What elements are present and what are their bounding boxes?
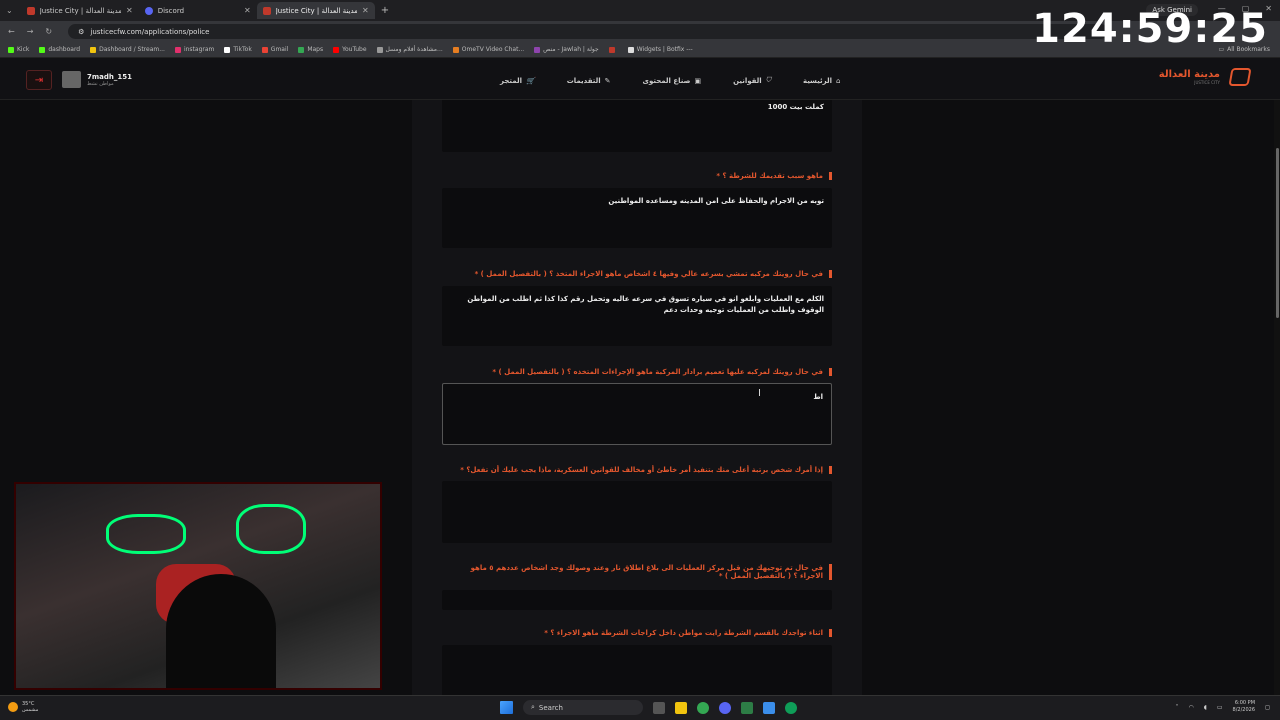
question-1: ماهو سبب تقديمك للشرطة ؟ * — [452, 172, 832, 180]
back-icon[interactable]: ← — [8, 27, 15, 36]
nav-creators[interactable]: صناع المحتوى ▣ — [643, 76, 702, 85]
taskbar-search[interactable]: ⌕ Search — [523, 700, 643, 715]
bookmark-kick[interactable]: Kick — [8, 46, 29, 53]
volume-icon[interactable]: ◖ — [1204, 704, 1207, 711]
site-info-icon[interactable]: ⚙ — [78, 28, 84, 36]
question-6: اثناء تواجدك بالقسم الشرطة رايت مواطن دا… — [452, 629, 832, 637]
tab-label: Justice City | مدينة العدالة — [39, 6, 121, 15]
chevron-up-icon[interactable]: ˄ — [1175, 704, 1178, 711]
tab-label: Discord — [157, 6, 185, 15]
notification-icon[interactable]: ◻ — [1265, 704, 1270, 711]
bookmark-dashboard[interactable]: dashboard — [39, 46, 80, 53]
webcam-overlay — [14, 482, 382, 690]
brand-sub: JUSTICE CITY — [1194, 80, 1220, 85]
tab-label: Justice City | مدينة العدالة — [275, 6, 357, 15]
bookmark-dashboard-stream[interactable]: Dashboard / Stream... — [90, 46, 165, 53]
text-cursor-icon: I — [758, 388, 761, 399]
application-form: كملت بيت 1000 ماهو سبب تقديمك للشرطة ؟ *… — [412, 100, 862, 695]
nav-rules[interactable]: القوانين ⛉ — [733, 76, 771, 85]
neon-light — [106, 514, 186, 554]
sun-icon — [8, 702, 18, 712]
url-field[interactable]: ⚙ justicecfw.com/applications/police — [68, 24, 1109, 39]
bookmark-instagram[interactable]: instagram — [174, 46, 214, 53]
edge-icon[interactable] — [785, 701, 797, 714]
question-3: في حال رويتك لمركبه عليها تعميم برادار ا… — [452, 368, 832, 376]
user-role: مواطن نشط — [87, 80, 114, 87]
bookmark-ometv[interactable]: OmeTV Video Chat... — [452, 46, 524, 53]
answer-field-2[interactable]: الكلم مع العمليات وابلغو انو في سياره تس… — [442, 286, 832, 346]
url-text: justicecfw.com/applications/police — [90, 27, 210, 36]
nav-store[interactable]: المتجر 🛒 — [500, 76, 535, 85]
tab-discord[interactable]: Discord ✕ — [139, 2, 257, 19]
nav-applications[interactable]: التقديمات ✎ — [567, 76, 611, 85]
close-icon[interactable]: ✕ — [126, 6, 133, 15]
brand[interactable]: مدينة العدالة JUSTICE CITY — [1158, 68, 1252, 86]
battery-icon[interactable]: ▭ — [1217, 704, 1223, 711]
brand-logo-icon — [1228, 68, 1252, 86]
question-5: في حال تم توجيهك من قبل مركز العمليات ال… — [452, 564, 832, 580]
forward-icon[interactable]: → — [27, 27, 34, 36]
windows-start-icon[interactable] — [500, 701, 513, 714]
user-name: 7madh_151 — [87, 72, 132, 81]
new-tab-icon[interactable]: + — [381, 5, 389, 16]
brand-name: مدينة العدالة — [1158, 69, 1220, 80]
weather-widget[interactable]: 35°C مشمس — [8, 701, 38, 713]
answer-field-1[interactable]: توبه من الاجرام والحفاظ على امن المدينه … — [442, 188, 832, 248]
question-2: في حال رويتك مركبه تمشي بسرعه عالي وفيها… — [452, 270, 832, 278]
cart-icon: 🛒 — [525, 76, 535, 85]
answer-field-5[interactable] — [442, 590, 832, 610]
taskbar-apps: ⌕ Search — [500, 700, 797, 715]
overlay-timer: 124:59:25 — [1032, 6, 1268, 52]
tab-search-icon[interactable]: ⌄ — [6, 6, 13, 15]
video-icon: ▣ — [694, 76, 702, 85]
user-profile[interactable]: 7madh_151 مواطن نشط — [62, 71, 132, 88]
neon-light — [236, 504, 306, 554]
bookmark-youtube[interactable]: YouTube — [333, 46, 367, 53]
scrollbar-thumb[interactable] — [1276, 148, 1279, 318]
avatar — [62, 71, 81, 88]
logout-icon: ⇥ — [34, 74, 44, 86]
task-view-icon[interactable] — [653, 701, 665, 714]
file-explorer-icon[interactable] — [675, 701, 687, 714]
discord-icon[interactable] — [719, 701, 731, 714]
search-icon: ⌕ — [531, 703, 535, 711]
logout-button[interactable]: ⇥ — [26, 70, 52, 90]
system-tray: ˄ ◠ ◖ ▭ 6:00 PM 8/2/2026 ◻ — [1175, 700, 1270, 714]
shield-icon: ⛉ — [765, 76, 771, 84]
bookmark-maps[interactable]: Maps — [298, 46, 323, 53]
bookmark-gmail[interactable]: Gmail — [261, 46, 288, 53]
scrollbar[interactable] — [1274, 100, 1280, 695]
edit-icon: ✎ — [604, 76, 611, 85]
question-4: إذا أمرك شخص برتبة أعلى منك بتنفيذ أمر خ… — [452, 466, 832, 474]
bookmark-tiktok[interactable]: TikTok — [224, 46, 252, 53]
excel-icon[interactable] — [741, 701, 753, 714]
main-nav: المتجر 🛒 التقديمات ✎ صناع المحتوى ▣ القواني… — [500, 76, 841, 85]
streamer — [166, 574, 276, 688]
weather-text: مشمس — [22, 707, 39, 713]
app-icon[interactable] — [763, 701, 775, 714]
bookmark-movies[interactable]: مشاهدة أفلام ومسل... — [376, 46, 443, 53]
home-icon: ⌂ — [836, 76, 841, 85]
answer-field-3[interactable]: اط — [442, 383, 832, 445]
answer-field-top[interactable]: كملت بيت 1000 — [442, 100, 832, 152]
site-header: ⇥ 7madh_151 مواطن نشط المتجر 🛒 التقديمات ✎… — [0, 58, 1280, 100]
bookmark-widgets[interactable]: Widgets | Botfix --- — [627, 46, 693, 53]
clock[interactable]: 6:00 PM 8/2/2026 — [1233, 700, 1255, 714]
justice-favicon-icon — [262, 6, 271, 15]
network-icon[interactable]: ◠ — [1188, 704, 1193, 711]
discord-favicon-icon — [144, 6, 153, 15]
nav-home[interactable]: الرئيسية ⌂ — [803, 76, 841, 85]
answer-field-6[interactable] — [442, 645, 832, 695]
tab-justice-active[interactable]: Justice City | مدينة العدالة ✕ — [256, 2, 375, 19]
taskbar: 35°C مشمس ⌕ Search ˄ ◠ ◖ ▭ 6:00 PM 8/2/20… — [0, 695, 1280, 720]
justice-favicon-icon — [26, 6, 35, 15]
close-icon[interactable]: ✕ — [244, 6, 251, 15]
chrome-icon[interactable] — [697, 701, 709, 714]
tab-justice-1[interactable]: Justice City | مدينة العدالة ✕ — [21, 2, 139, 19]
bookmark-jawlah[interactable]: منص - Jawlah | جولة — [534, 46, 599, 53]
close-icon[interactable]: ✕ — [362, 6, 369, 15]
answer-field-4[interactable] — [442, 481, 832, 543]
reload-icon[interactable]: ↻ — [45, 27, 52, 36]
bookmark-red[interactable] — [608, 46, 618, 53]
